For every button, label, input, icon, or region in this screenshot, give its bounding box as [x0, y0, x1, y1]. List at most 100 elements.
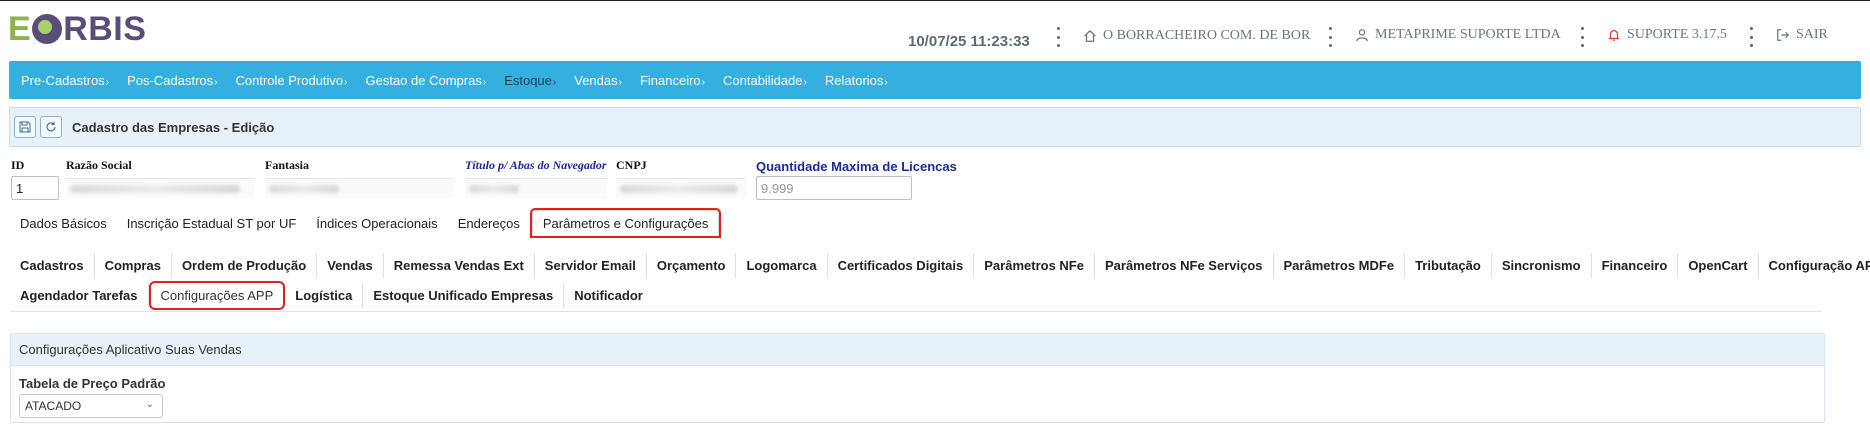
save-icon — [19, 121, 31, 133]
subtab-parametros-nfe[interactable]: Parâmetros NFe — [974, 252, 1095, 278]
main-navbar: Pre-Cadastros› Pos-Cadastros› Controle P… — [9, 61, 1861, 99]
nav-item-label: Pre-Cadastros — [21, 72, 105, 88]
version-label: SUPORTE 3.17.5 — [1627, 27, 1727, 42]
fantasia-label: Fantasia — [265, 158, 310, 172]
subtab-opencart[interactable]: OpenCart — [1678, 252, 1759, 278]
titulo-abas-label: Título p/ Abas do Navegador — [465, 158, 607, 172]
bell-icon — [1608, 30, 1620, 41]
kebab-menu-icon[interactable] — [1579, 27, 1585, 47]
chevron-right-icon: › — [105, 76, 110, 88]
subtab-cadastros[interactable]: Cadastros — [10, 252, 95, 278]
nav-item-label: Financeiro — [639, 72, 701, 88]
nav-item-pos-cadastros[interactable]: Pos-Cadastros› — [127, 73, 217, 88]
cnpj-field[interactable] — [616, 178, 746, 198]
subtab-ordem-producao[interactable]: Ordem de Produção — [172, 252, 318, 278]
tab-inscricao-estadual[interactable]: Inscrição Estadual ST por UF — [117, 211, 307, 236]
tab-enderecos[interactable]: Endereços — [448, 211, 530, 236]
subtab-agendador-tarefas[interactable]: Agendador Tarefas — [10, 282, 149, 308]
chevron-right-icon: › — [214, 76, 218, 88]
main-tabs: Dados Básicos Inscrição Estadual ST por … — [10, 208, 722, 238]
nav-item-estoque[interactable]: Estoque› — [504, 73, 556, 88]
logout-label: SAIR — [1796, 27, 1828, 42]
user-company-name: METAPRIME SUPORTE LTDA — [1375, 27, 1561, 42]
config-app-panel: Configurações Aplicativo Suas Vendas Tab… — [10, 333, 1825, 423]
subtab-tributacao[interactable]: Tributação — [1405, 252, 1492, 278]
version-notifications[interactable]: SUPORTE 3.17.5 — [1607, 27, 1727, 43]
logo-letter-e: E — [8, 9, 32, 48]
subtab-logistica[interactable]: Logística — [285, 282, 364, 308]
chevron-right-icon: › — [552, 76, 557, 88]
razao-social-label: Razão Social — [66, 158, 132, 172]
razao-social-field[interactable] — [66, 178, 254, 198]
subtab-configuracao-apis[interactable]: Configuração API(s) — [1759, 253, 1870, 278]
chevron-right-icon: › — [701, 76, 705, 88]
tab-indices-operacionais[interactable]: Índices Operacionais — [306, 211, 447, 236]
kebab-menu-icon[interactable] — [1055, 27, 1061, 47]
panel-title: Configurações Aplicativo Suas Vendas — [11, 334, 1824, 366]
page-title: Cadastro das Empresas - Edição — [72, 119, 275, 135]
subtab-servidor-email[interactable]: Servidor Email — [535, 252, 647, 278]
logout-button[interactable]: SAIR — [1776, 27, 1828, 43]
logout-icon — [1777, 29, 1790, 41]
cnpj-label: CNPJ — [616, 158, 647, 172]
chevron-right-icon: › — [803, 76, 807, 88]
nav-item-label: Relatorios — [824, 72, 884, 88]
subtab-vendas[interactable]: Vendas — [317, 252, 384, 278]
subtabs-divider — [10, 311, 1822, 312]
kebab-menu-icon[interactable] — [1327, 27, 1333, 47]
nav-item-financeiro[interactable]: Financeiro› — [640, 73, 705, 88]
nav-item-label: Vendas — [574, 72, 618, 88]
subtab-remessa-vendas-ext[interactable]: Remessa Vendas Ext — [384, 252, 535, 278]
nav-item-label: Gestao de Compras — [365, 72, 482, 88]
nav-item-label: Pos-Cadastros — [127, 72, 214, 88]
logo-letter-r: R — [63, 9, 89, 48]
logo-orb-icon — [32, 14, 63, 44]
subtab-parametros-mdfe[interactable]: Parâmetros MDFe — [1274, 252, 1406, 278]
logo-letters-bis: BIS — [88, 9, 147, 48]
refresh-button[interactable] — [40, 116, 62, 138]
subtab-parametros-nfe-servicos[interactable]: Parâmetros NFe Serviços — [1095, 252, 1274, 278]
nav-item-contabilidade[interactable]: Contabilidade› — [723, 73, 807, 88]
titulo-abas-field[interactable] — [465, 178, 607, 198]
company-selector[interactable]: O BORRACHEIRO COM. DE BOR — [1083, 28, 1310, 44]
chevron-down-icon: ⌄ — [145, 399, 154, 410]
id-field[interactable]: 1 — [11, 176, 59, 200]
nav-item-vendas[interactable]: Vendas› — [574, 73, 622, 88]
app-logo[interactable]: E R BIS — [8, 9, 146, 49]
sub-tabs-row-1: Cadastros Compras Ordem de Produção Vend… — [10, 250, 1870, 280]
nav-item-gestao-de-compras[interactable]: Gestao de Compras› — [366, 73, 487, 88]
nav-item-label: Estoque — [504, 72, 552, 88]
subtab-notificador[interactable]: Notificador — [564, 283, 653, 308]
nav-item-controle-produtivo[interactable]: Controle Produtivo› — [235, 73, 347, 88]
subtab-configuracoes-app[interactable]: Configurações APP — [148, 280, 286, 310]
refresh-icon — [46, 122, 56, 132]
save-button[interactable] — [14, 116, 36, 138]
kebab-menu-icon[interactable] — [1748, 27, 1754, 47]
nav-item-relatorios[interactable]: Relatorios› — [825, 73, 888, 88]
sub-tabs-row-2: Agendador Tarefas Configurações APP Logí… — [10, 280, 1822, 310]
subtab-orcamento[interactable]: Orçamento — [647, 252, 737, 278]
subtab-compras[interactable]: Compras — [95, 252, 172, 278]
chevron-right-icon: › — [618, 76, 622, 88]
sub-tabs: Cadastros Compras Ordem de Produção Vend… — [10, 250, 1870, 310]
tab-parametros-configuracoes[interactable]: Parâmetros e Configurações — [529, 208, 722, 238]
tab-dados-basicos[interactable]: Dados Básicos — [10, 211, 117, 236]
subtab-certificados-digitais[interactable]: Certificados Digitais — [828, 252, 975, 278]
price-table-select[interactable]: ATACADO ⌄ — [19, 394, 163, 418]
chevron-right-icon: › — [344, 76, 348, 88]
price-table-value: ATACADO — [25, 399, 82, 413]
header-datetime: 10/07/25 11:23:33 — [908, 32, 1030, 50]
home-icon — [1084, 29, 1096, 42]
fantasia-field[interactable] — [265, 178, 453, 198]
subtab-estoque-unificado[interactable]: Estoque Unificado Empresas — [363, 282, 565, 308]
user-company-selector[interactable]: METAPRIME SUPORTE LTDA — [1355, 27, 1561, 43]
subtab-financeiro[interactable]: Financeiro — [1592, 252, 1679, 278]
subtab-logomarca[interactable]: Logomarca — [736, 252, 828, 278]
subtab-sincronismo[interactable]: Sincronismo — [1492, 252, 1592, 278]
nav-item-pre-cadastros[interactable]: Pre-Cadastros› — [21, 73, 109, 88]
chevron-right-icon: › — [884, 76, 888, 88]
id-label: ID — [11, 158, 25, 172]
price-table-label: Tabela de Preço Padrão — [19, 376, 166, 391]
licencas-field[interactable]: 9.999 — [756, 176, 912, 200]
chevron-right-icon: › — [482, 76, 487, 88]
